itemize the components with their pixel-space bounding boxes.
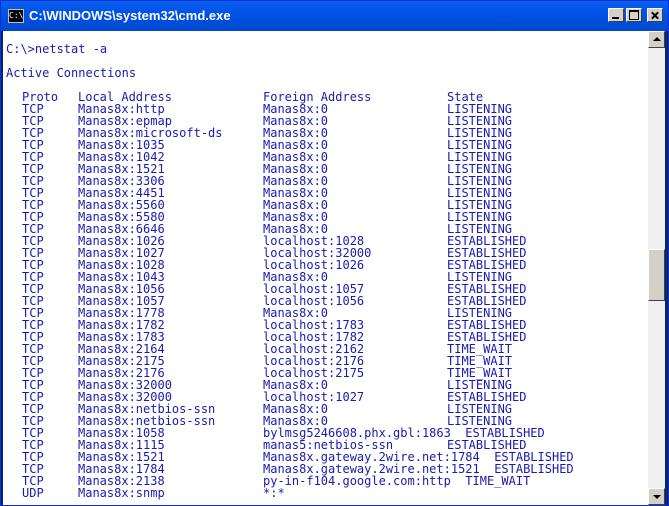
row-foreign-address: py-in-f104.google.com:http TIME_WAIT bbox=[263, 474, 531, 488]
vertical-scrollbar[interactable] bbox=[648, 31, 665, 505]
minimize-button[interactable] bbox=[608, 8, 624, 22]
close-button[interactable] bbox=[647, 8, 663, 22]
cmd-icon: C:\ bbox=[8, 9, 24, 23]
window-title: C:\WINDOWS\system32\cmd.exe bbox=[29, 8, 231, 23]
scroll-thumb[interactable] bbox=[648, 249, 665, 301]
row-foreign-address: *:* bbox=[263, 486, 285, 500]
command-line: C:\>netstat -a bbox=[6, 42, 108, 56]
cmd-window: C:\ C:\WINDOWS\system32\cmd.exe C:\>nets… bbox=[0, 0, 669, 506]
maximize-button[interactable] bbox=[626, 8, 642, 22]
row-proto: UDP bbox=[22, 486, 44, 500]
console-output[interactable]: C:\>netstat -a Active Connections Proto … bbox=[3, 31, 648, 505]
scroll-down-arrow-icon[interactable] bbox=[648, 488, 665, 505]
row-local-address: Manas8x:snmp bbox=[78, 486, 165, 500]
section-title: Active Connections bbox=[6, 66, 137, 80]
scroll-up-arrow-icon[interactable] bbox=[648, 31, 665, 48]
title-bar[interactable]: C:\ C:\WINDOWS\system32\cmd.exe bbox=[1, 1, 668, 31]
